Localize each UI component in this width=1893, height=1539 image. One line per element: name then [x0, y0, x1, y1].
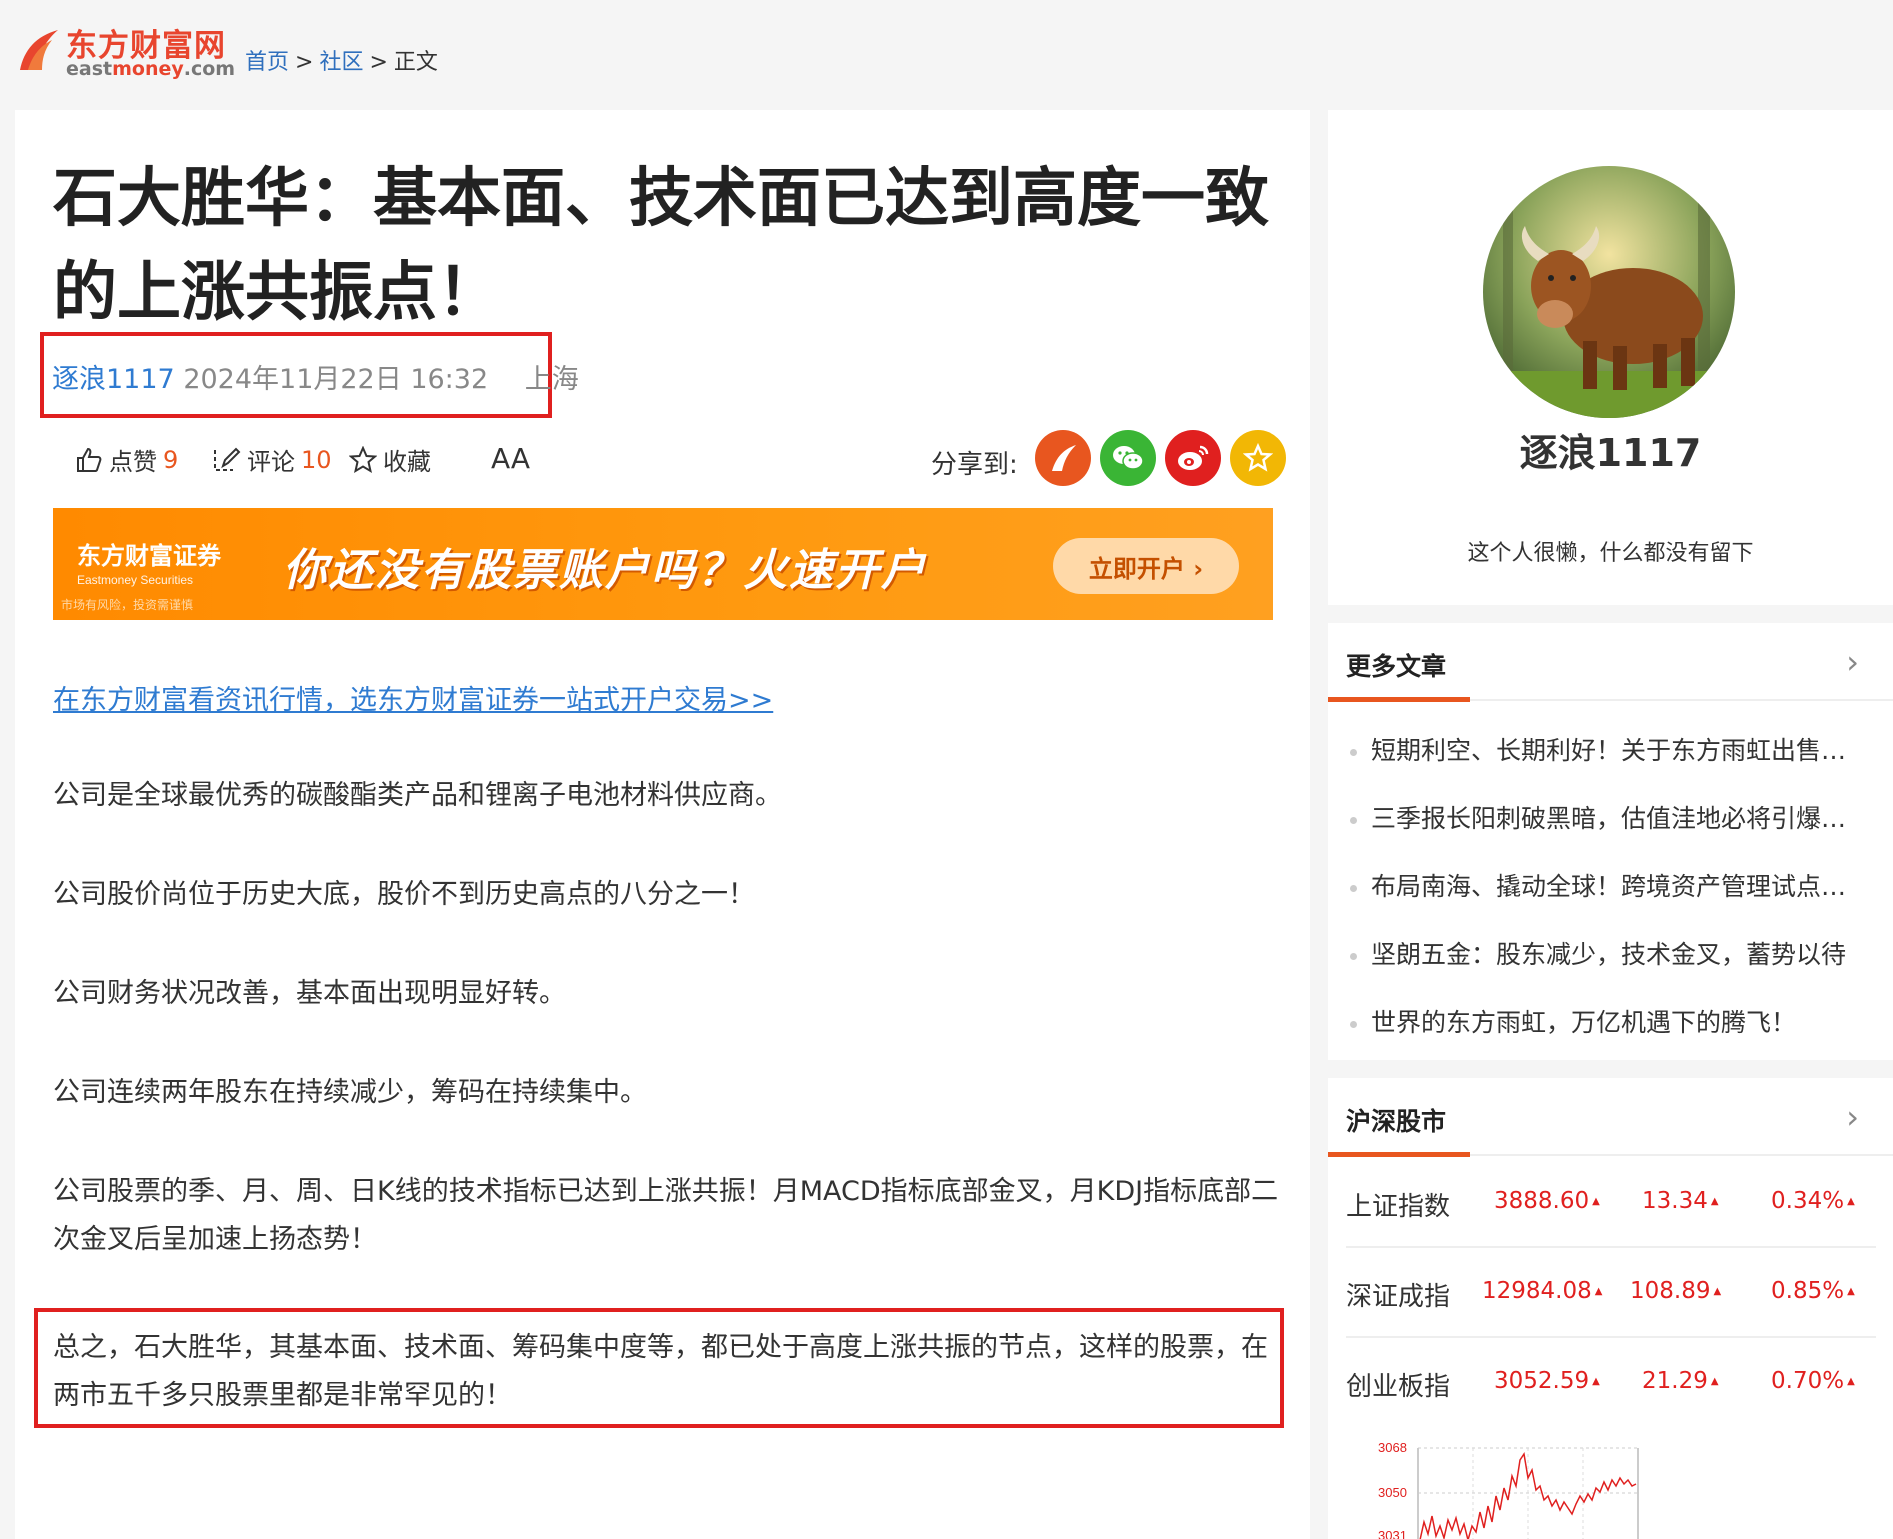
index-name: 深证成指: [1346, 1282, 1451, 1312]
favorite-label: 收藏: [383, 448, 431, 476]
publish-datetime: 2024年11月22日 16:32: [183, 364, 489, 395]
bullet-dot: [1350, 816, 1357, 824]
font-size-button[interactable]: AA: [491, 442, 530, 475]
like-label: 点赞: [109, 448, 157, 476]
eastmoney-logo-icon: [20, 30, 58, 70]
star-outline-icon: [349, 445, 377, 473]
more-article-item[interactable]: 短期利空、长期利好！关于东方雨虹出售部分资产的深度解读: [1350, 731, 1870, 767]
edit-comment-icon: [214, 447, 241, 471]
wechat-icon: [1113, 446, 1144, 470]
index-price: 12984.08: [1482, 1278, 1602, 1304]
article-paragraph: 公司股票的季、月、周、日K线的技术指标已达到上涨共振！月MACD指标底部金叉，月…: [53, 1176, 1279, 1255]
market-title: 沪深股市: [1346, 1107, 1447, 1136]
index-price: 3888.60: [1494, 1188, 1600, 1214]
breadcrumb-community[interactable]: 社区: [319, 50, 363, 75]
more-article-item[interactable]: 三季报长阳刺破黑暗，估值洼地必将引爆行情: [1350, 799, 1870, 835]
promo-link[interactable]: 在东方财富看资讯行情，选东方财富证券一站式开户交易>>: [53, 678, 773, 717]
index-row[interactable]: 创业板指 3052.59 21.29 0.70%: [1346, 1338, 1876, 1428]
comment-button[interactable]: 评论 10: [211, 442, 332, 477]
article-card: 石大胜华：基本面、技术面已达到高度一致的上涨共振点！ 逐浪1117 2024年1…: [15, 110, 1310, 1539]
article-paragraph: 公司是全球最优秀的碳酸酯类产品和锂离子电池材料供应商。: [53, 780, 782, 811]
chevron-right-icon[interactable]: ›: [1846, 643, 1859, 681]
weibo-icon: [1178, 445, 1209, 470]
bullet-dot: [1350, 1020, 1357, 1028]
author-bio: 这个人很懒，什么都没有留下: [1467, 541, 1754, 566]
article-paragraph: 公司股价尚位于历史大底，股价不到历史高点的八分之一！: [53, 879, 755, 910]
tab-underline: [1328, 697, 1470, 702]
banner-brand-en: Eastmoney Securities: [77, 573, 194, 587]
like-count: 9: [163, 445, 179, 474]
breadcrumb-separator: >: [295, 50, 314, 75]
index-name: 创业板指: [1346, 1372, 1451, 1402]
font-size-icon: AA: [491, 442, 531, 475]
article-meta: 逐浪1117 2024年11月22日 16:32 上海: [52, 357, 579, 396]
banner-risk-notice: 市场有风险，投资需谨慎: [61, 598, 194, 612]
star-circle-icon: [1243, 443, 1273, 472]
index-pct: 0.70%: [1771, 1368, 1855, 1394]
share-eastmoney-button[interactable]: [1035, 430, 1091, 486]
top-bar: 东方财富网 eastmoney.com 首页 > 社区 > 正文: [0, 0, 1893, 100]
open-account-button[interactable]: 立即开户 ›: [1053, 538, 1239, 594]
breadcrumb-home[interactable]: 首页: [245, 50, 289, 75]
index-price: 3052.59: [1494, 1368, 1600, 1394]
chart-y-label: 3068: [1378, 1440, 1407, 1455]
share-wechat-button[interactable]: [1100, 430, 1156, 486]
article-conclusion: 总之，石大胜华，其基本面、技术面、筹码集中度等，都已处于高度上涨共振的节点，这样…: [53, 1332, 1268, 1411]
tab-underline: [1328, 1152, 1470, 1157]
more-article-item[interactable]: 坚朗五金：股东减少，技术金叉，蓄势以待: [1350, 935, 1870, 971]
eastmoney-share-icon: [1052, 445, 1076, 471]
index-change: 21.29: [1642, 1368, 1719, 1394]
bullet-dot: [1350, 952, 1357, 960]
banner-slogan: 你还没有股票账户吗？火速开户: [283, 545, 927, 596]
eastmoney-logo[interactable]: 东方财富网 eastmoney.com: [14, 18, 236, 80]
publish-location: 上海: [524, 364, 579, 395]
article-paragraph: 公司连续两年股东在持续减少，筹码在持续集中。: [53, 1077, 647, 1108]
more-articles-card: 更多文章 › 短期利空、长期利好！关于东方雨虹出售部分资产的深度解读 三季报长阳…: [1328, 623, 1893, 1060]
share-label: 分享到:: [931, 450, 1018, 480]
more-articles-title: 更多文章: [1346, 652, 1447, 681]
author-link[interactable]: 逐浪1117: [52, 364, 175, 395]
bull-avatar-image: [1483, 166, 1735, 418]
chevron-right-icon[interactable]: ›: [1846, 1098, 1859, 1136]
chart-y-label: 3031: [1378, 1528, 1407, 1539]
more-article-item[interactable]: 世界的东方雨虹，万亿机遇下的腾飞！: [1350, 1003, 1870, 1039]
index-change: 13.34: [1642, 1188, 1719, 1214]
author-avatar[interactable]: [1483, 166, 1735, 418]
chart-y-label: 3050: [1378, 1485, 1407, 1500]
index-pct: 0.85%: [1771, 1278, 1855, 1304]
breadcrumb-current: 正文: [393, 50, 438, 75]
bullet-dot: [1350, 884, 1357, 892]
market-card: 沪深股市 › 上证指数 3888.60 13.34 0.34% 深证成指 129…: [1328, 1078, 1893, 1539]
logo-domain: eastmoney.com: [66, 58, 236, 80]
banner-brand: 东方财富证券 Eastmoney Securities: [77, 541, 221, 587]
author-profile-card: 逐浪1117 这个人很懒，什么都没有留下: [1328, 110, 1893, 605]
comment-count: 10: [301, 445, 332, 474]
more-articles-header: 更多文章 ›: [1328, 623, 1893, 702]
index-row[interactable]: 上证指数 3888.60 13.34 0.34%: [1346, 1158, 1876, 1248]
article-paragraph: 公司财务状况改善，基本面出现明显好转。: [53, 978, 566, 1009]
article-title: 石大胜华：基本面、技术面已达到高度一致的上涨共振点！: [53, 162, 1269, 330]
author-name[interactable]: 逐浪1117: [1328, 422, 1893, 477]
bullet-dot: [1350, 748, 1357, 756]
market-header: 沪深股市 ›: [1328, 1078, 1893, 1157]
index-row[interactable]: 深证成指 12984.08 108.89 0.85%: [1346, 1248, 1876, 1338]
open-account-banner[interactable]: 东方财富证券 Eastmoney Securities 市场有风险，投资需谨慎 你…: [53, 508, 1273, 620]
share-favorites-button[interactable]: [1230, 430, 1286, 486]
intraday-chart[interactable]: 3068 3050 3031: [1378, 1430, 1698, 1539]
index-change: 108.89: [1630, 1278, 1721, 1304]
index-pct: 0.34%: [1771, 1188, 1855, 1214]
article-actions: 点赞 9 评论 10 收藏 AA 分享到:: [53, 424, 1293, 496]
index-name: 上证指数: [1346, 1192, 1451, 1222]
breadcrumb-separator: >: [369, 50, 388, 75]
like-button[interactable]: 点赞 9: [75, 442, 178, 477]
thumb-up-icon: [77, 447, 102, 472]
more-article-item[interactable]: 布局南海、撬动全球！跨境资产管理试点意义重大: [1350, 867, 1870, 903]
favorite-button[interactable]: 收藏: [349, 442, 431, 477]
breadcrumb: 首页 > 社区 > 正文: [245, 44, 438, 76]
comment-label: 评论: [247, 448, 295, 476]
share-weibo-button[interactable]: [1165, 430, 1221, 486]
